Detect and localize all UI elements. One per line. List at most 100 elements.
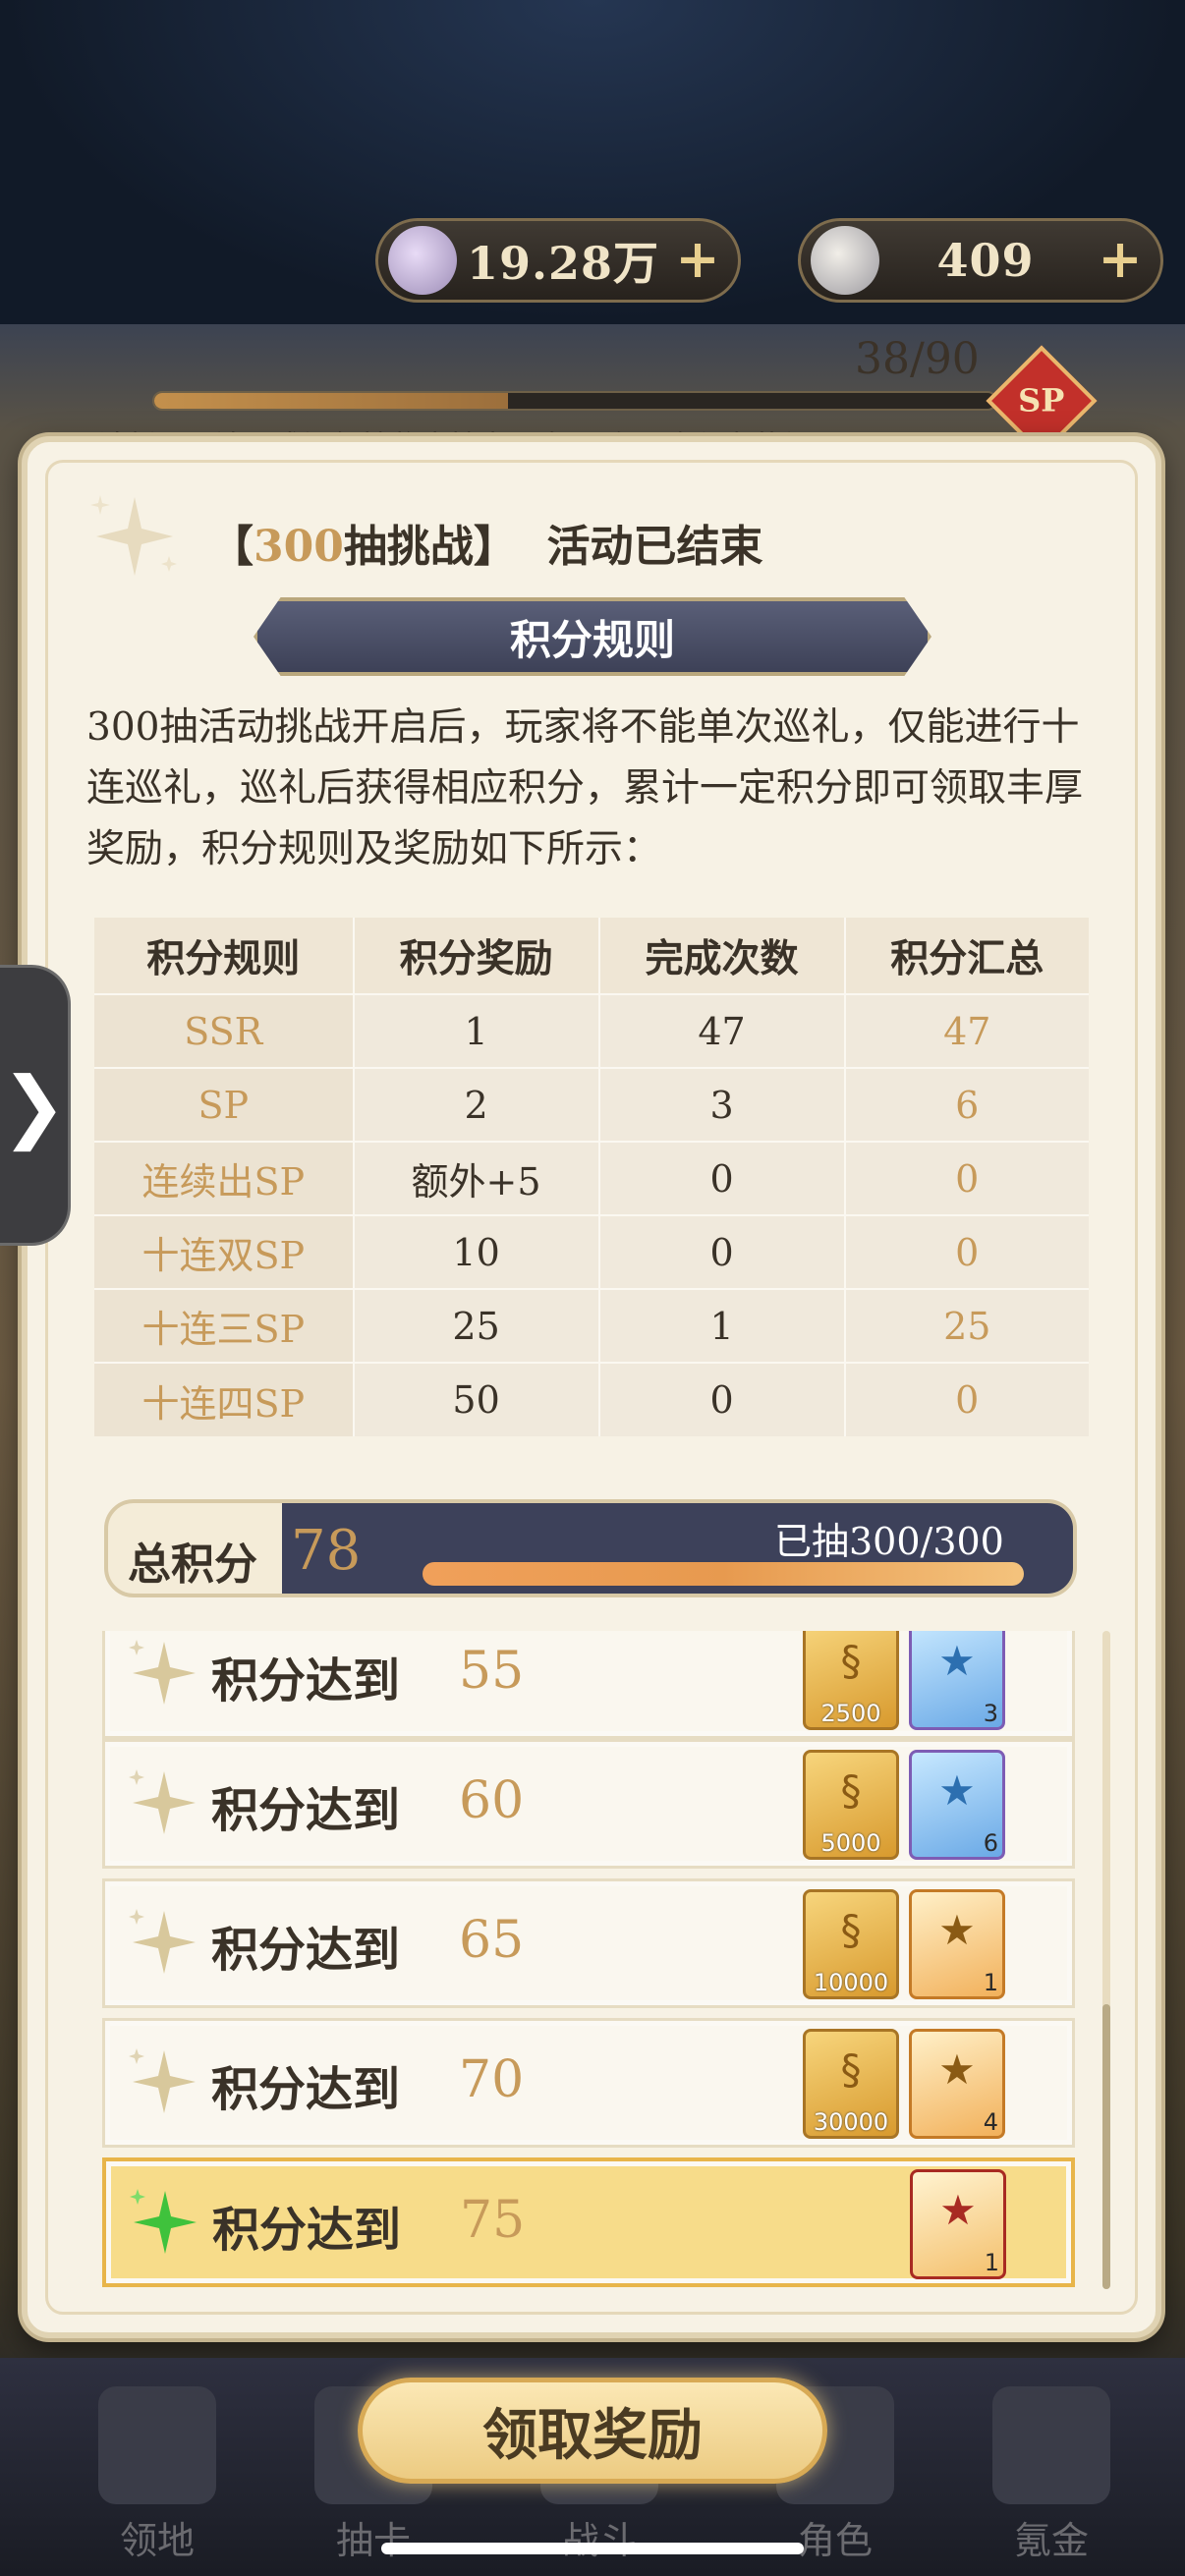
pity-count: 38/90 xyxy=(855,334,980,384)
home-indicator[interactable] xyxy=(381,2543,804,2554)
scroll-plus-button[interactable]: + xyxy=(1092,232,1149,289)
claim-reward-button[interactable]: 领取奖励 xyxy=(358,2378,827,2484)
rules-header: 积分规则 xyxy=(254,597,931,676)
table-cell: 0 xyxy=(598,1362,846,1436)
table-row: SP 2 3 6 xyxy=(94,1067,1089,1142)
ticket-glyph: ★ xyxy=(938,1906,976,1954)
table-cell: 0 xyxy=(844,1214,1089,1289)
crystal-plus-button[interactable]: + xyxy=(669,232,726,289)
table-row: 十连双SP 10 0 0 xyxy=(94,1214,1089,1289)
free-ticket-icon: ★ 1 xyxy=(909,1889,1005,1999)
star-icon xyxy=(129,2048,196,2113)
table-cell: 50 xyxy=(353,1362,600,1436)
table-cell: 47 xyxy=(598,993,846,1068)
pity-progress-bar xyxy=(152,391,997,411)
table-row: SSR 1 47 47 xyxy=(94,993,1089,1068)
reward-qty: 5000 xyxy=(820,1829,881,1857)
reward-qty: 30000 xyxy=(813,2108,889,2136)
star-icon xyxy=(129,1640,196,1705)
green-star-icon xyxy=(130,2189,197,2254)
side-expand-tab[interactable]: ❯ xyxy=(0,965,71,1246)
reward-row[interactable]: 积分达到 55 § 2500 ★ 3 xyxy=(102,1631,1075,1739)
table-cell: 十连双SP xyxy=(94,1214,355,1289)
reward-threshold: 65 xyxy=(459,1911,525,1970)
reward-row-claimable[interactable]: 积分达到 75 ★ 1 xyxy=(102,2157,1075,2287)
reward-label: 积分达到 xyxy=(211,2062,401,2117)
nav-shop[interactable]: 氪金 xyxy=(973,2368,1130,2564)
nav-label: 抽卡 xyxy=(335,2519,411,2562)
reward-list-scrollbar[interactable] xyxy=(1102,1631,1110,2289)
rules-description: 300抽活动挑战开启后，玩家将不能单次巡礼，仅能进行十连巡礼，巡礼后获得相应积分… xyxy=(86,705,1084,871)
title-number: 300 xyxy=(254,522,344,572)
table-cell: 0 xyxy=(844,1141,1089,1215)
table-row: 十连四SP 50 0 0 xyxy=(94,1362,1089,1436)
scroll-value: 409 xyxy=(936,234,1035,287)
table-cell: 6 xyxy=(844,1067,1089,1142)
title-bracket: 【 xyxy=(210,522,254,572)
ticket-glyph: § xyxy=(840,1766,862,1815)
scroll-icon xyxy=(811,226,879,295)
page-title: 【300抽挑战】 活动已结束 xyxy=(210,511,763,574)
pity-progress-fill xyxy=(154,393,508,409)
reward-list[interactable]: 积分达到 55 § 2500 ★ 3 积分达到 60 § 5000 ★ 6 积分达到 6… xyxy=(102,1631,1085,2299)
free-ticket-icon: ★ 3 xyxy=(909,1631,1005,1730)
reward-threshold: 70 xyxy=(459,2050,525,2109)
sparkle-icon xyxy=(90,495,177,576)
table-cell: 十连四SP xyxy=(94,1362,355,1436)
reward-row[interactable]: 积分达到 65 § 10000 ★ 1 xyxy=(102,1878,1075,2008)
table-cell: 连续出SP xyxy=(94,1141,355,1215)
ticket-glyph: § xyxy=(840,2045,862,2094)
reward-row[interactable]: 积分达到 70 § 30000 ★ 4 xyxy=(102,2018,1075,2148)
coin-ticket-icon: § 5000 xyxy=(803,1750,899,1860)
table-cell: 10 xyxy=(353,1214,600,1289)
ticket-glyph: § xyxy=(840,1906,862,1954)
reward-threshold: 55 xyxy=(459,1642,525,1701)
event-status: 活动已结束 xyxy=(546,522,763,572)
ticket-glyph: ★ xyxy=(938,2045,976,2094)
reward-qty: 10000 xyxy=(813,1969,889,1996)
reward-qty: 1 xyxy=(984,2249,999,2276)
nav-label: 领地 xyxy=(119,2519,195,2562)
table-cell: 0 xyxy=(598,1141,846,1215)
star-icon xyxy=(129,1909,196,1974)
crystal-value: 19.28万 xyxy=(466,237,660,290)
reward-label: 积分达到 xyxy=(211,1653,401,1708)
free-ticket-icon: ★ 4 xyxy=(909,2029,1005,2139)
table-header: 完成次数 xyxy=(598,918,846,994)
table-cell: SSR xyxy=(94,993,355,1068)
title-name: 抽挑战】 xyxy=(343,522,517,572)
reward-threshold: 75 xyxy=(460,2191,526,2250)
free-ticket-icon: ★ 6 xyxy=(909,1750,1005,1860)
coin-ticket-icon: § 2500 xyxy=(803,1631,899,1730)
table-header: 积分汇总 xyxy=(844,918,1089,994)
reward-row[interactable]: 积分达到 60 § 5000 ★ 6 xyxy=(102,1739,1075,1869)
table-cell: 1 xyxy=(598,1288,846,1363)
table-cell: 3 xyxy=(598,1067,846,1142)
reward-label: 积分达到 xyxy=(211,1923,401,1978)
table-header: 积分奖励 xyxy=(353,918,600,994)
reward-qty: 4 xyxy=(983,2108,998,2136)
nav-label: 氪金 xyxy=(1013,2519,1089,2562)
nav-label: 战斗 xyxy=(561,2519,637,2562)
castle-icon xyxy=(98,2386,216,2504)
table-cell: 0 xyxy=(844,1362,1089,1436)
table-cell: 2 xyxy=(353,1067,600,1142)
table-cell: 十连三SP xyxy=(94,1288,355,1363)
scrollbar-thumb[interactable] xyxy=(1102,2004,1110,2289)
table-row: 连续出SP 额外+5 0 0 xyxy=(94,1141,1089,1215)
free-pass-icon: ★ 1 xyxy=(910,2169,1006,2279)
table-header-row: 积分规则 积分奖励 完成次数 积分汇总 xyxy=(94,918,1089,994)
reward-qty: 1 xyxy=(983,1969,998,1996)
nav-territory[interactable]: 领地 xyxy=(79,2368,236,2564)
table-cell: 25 xyxy=(353,1288,600,1363)
scroll-resource[interactable]: 409 + xyxy=(798,218,1163,303)
coin-ticket-icon: § 10000 xyxy=(803,1889,899,1999)
crystal-resource[interactable]: 19.28万 + xyxy=(375,218,741,303)
total-points-label: 总积分 xyxy=(128,1540,257,1590)
table-cell: 1 xyxy=(353,993,600,1068)
table-row: 十连三SP 25 1 25 xyxy=(94,1288,1089,1363)
ticket-glyph: § xyxy=(840,1637,862,1685)
reward-label: 积分达到 xyxy=(211,1783,401,1838)
crystal-icon xyxy=(388,226,457,295)
table-cell: 25 xyxy=(844,1288,1089,1363)
